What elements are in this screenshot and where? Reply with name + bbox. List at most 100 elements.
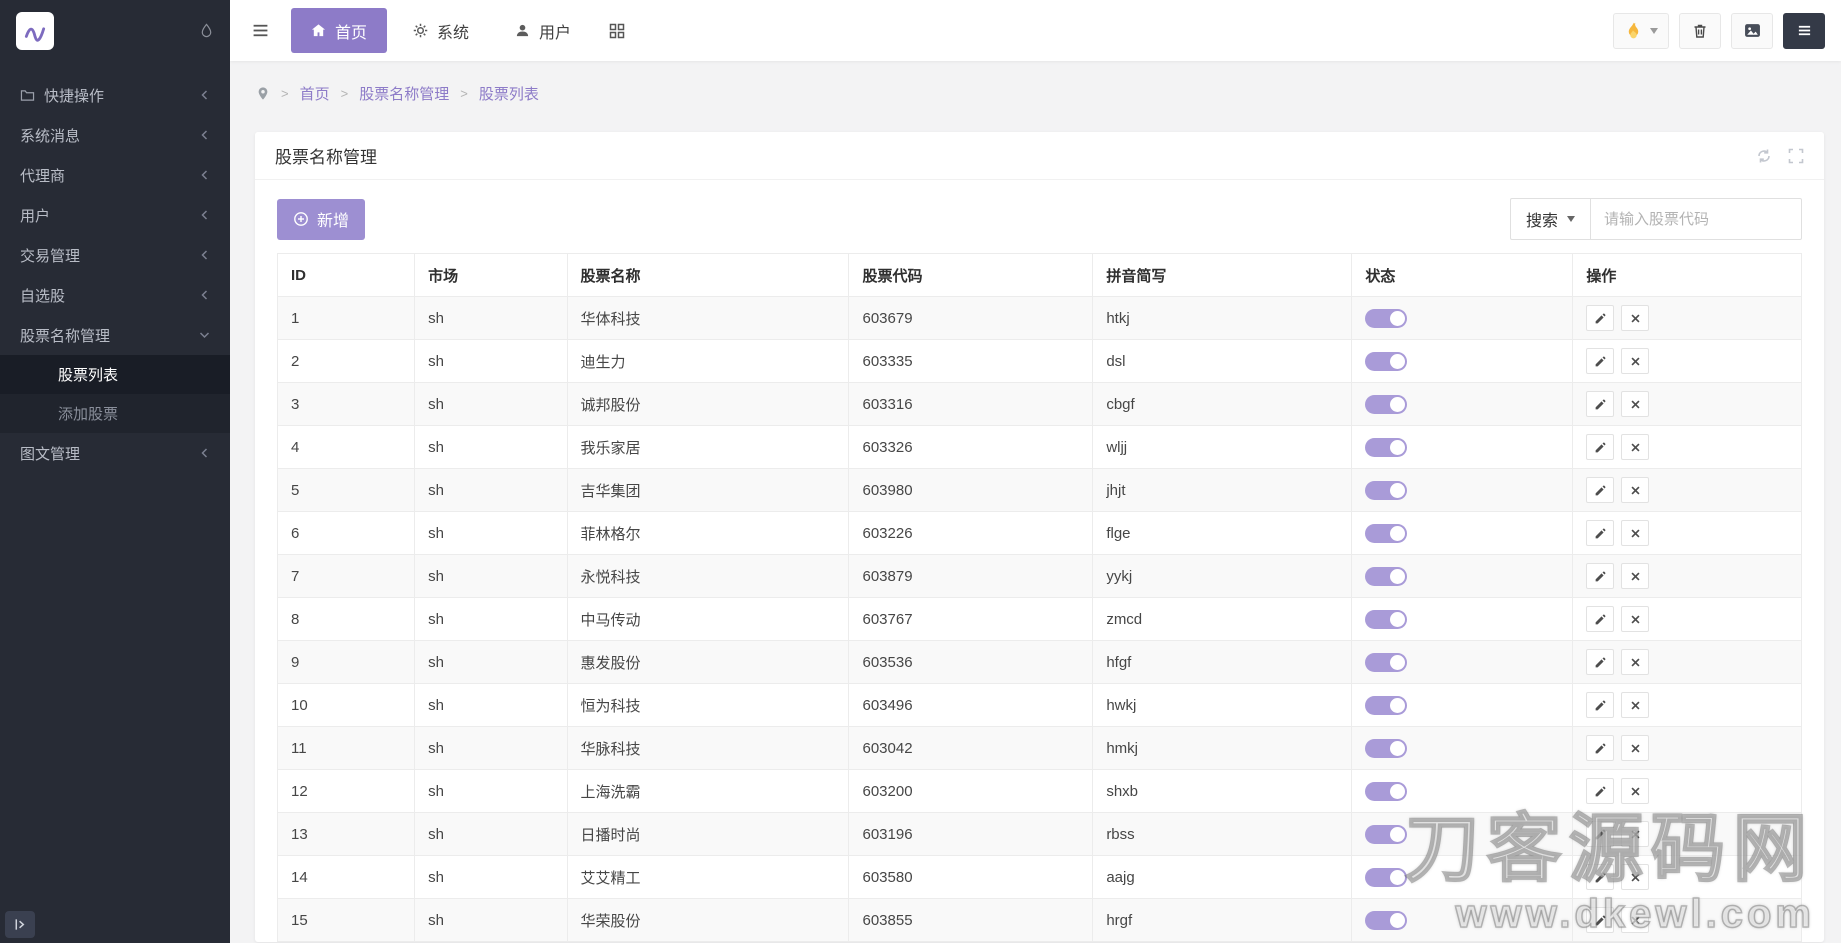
status-toggle[interactable] <box>1365 481 1407 500</box>
edit-button[interactable] <box>1586 305 1614 331</box>
edit-button[interactable] <box>1586 778 1614 804</box>
delete-button[interactable] <box>1621 305 1649 331</box>
refresh-icon[interactable] <box>1756 148 1772 164</box>
cell-stock-code: 603496 <box>849 684 1093 727</box>
sidebar-subitem[interactable]: 股票列表 <box>0 355 230 394</box>
status-toggle[interactable] <box>1365 610 1407 629</box>
delete-button[interactable] <box>1621 606 1649 632</box>
chevron-left-icon <box>200 210 210 220</box>
search-input[interactable] <box>1590 198 1802 240</box>
breadcrumb-link[interactable]: 股票列表 <box>479 83 539 104</box>
screenshot-button[interactable] <box>1731 13 1773 49</box>
delete-button[interactable] <box>1621 391 1649 417</box>
edit-button[interactable] <box>1586 348 1614 374</box>
status-toggle[interactable] <box>1365 868 1407 887</box>
delete-button[interactable] <box>1621 477 1649 503</box>
search-button-label: 搜索 <box>1526 207 1558 231</box>
edit-button[interactable] <box>1586 821 1614 847</box>
cell-status <box>1352 340 1573 383</box>
status-toggle[interactable] <box>1365 567 1407 586</box>
delete-button[interactable] <box>1621 649 1649 675</box>
sidebar-item[interactable]: 图文管理 <box>0 433 230 473</box>
topbar-tab[interactable]: 首页 <box>291 8 387 53</box>
cell-operations <box>1573 598 1802 641</box>
edit-button[interactable] <box>1586 692 1614 718</box>
topbar-tab[interactable]: 用户 <box>495 8 591 53</box>
sidebar-item[interactable]: 股票名称管理 <box>0 315 230 355</box>
sidebar-item[interactable]: 用户 <box>0 195 230 235</box>
apps-grid-icon[interactable] <box>591 0 643 61</box>
cell-operations <box>1573 641 1802 684</box>
edit-button[interactable] <box>1586 864 1614 890</box>
table-row: 8sh中马传动603767zmcd <box>278 598 1802 641</box>
more-menu-button[interactable] <box>1783 13 1825 49</box>
sidebar-subitem[interactable]: 添加股票 <box>0 394 230 433</box>
cell-pinyin: shxb <box>1093 770 1352 813</box>
delete-button[interactable] <box>1621 563 1649 589</box>
sidebar-item-label: 用户 <box>20 205 200 226</box>
clear-cache-button[interactable] <box>1679 13 1721 49</box>
status-toggle[interactable] <box>1365 696 1407 715</box>
fullscreen-icon[interactable] <box>1788 148 1804 164</box>
status-toggle[interactable] <box>1365 438 1407 457</box>
edit-button[interactable] <box>1586 520 1614 546</box>
delete-button[interactable] <box>1621 821 1649 847</box>
panel-title: 股票名称管理 <box>275 143 377 168</box>
cell-operations <box>1573 426 1802 469</box>
sidebar-item[interactable]: 自选股 <box>0 275 230 315</box>
edit-button[interactable] <box>1586 606 1614 632</box>
hamburger-menu-icon[interactable] <box>230 0 291 61</box>
status-toggle[interactable] <box>1365 524 1407 543</box>
add-button-label: 新增 <box>317 207 349 231</box>
topbar-tabs: 首页系统用户 <box>291 0 591 61</box>
status-toggle[interactable] <box>1365 825 1407 844</box>
panel-header: 股票名称管理 <box>255 132 1824 180</box>
delete-button[interactable] <box>1621 735 1649 761</box>
edit-button[interactable] <box>1586 735 1614 761</box>
search-dropdown-button[interactable]: 搜索 <box>1510 198 1590 240</box>
cell-id: 4 <box>278 426 415 469</box>
cell-status <box>1352 469 1573 512</box>
delete-button[interactable] <box>1621 907 1649 933</box>
breadcrumb-link[interactable]: 股票名称管理 <box>359 83 449 104</box>
edit-button[interactable] <box>1586 563 1614 589</box>
status-toggle[interactable] <box>1365 352 1407 371</box>
delete-button[interactable] <box>1621 864 1649 890</box>
cell-stock-name: 永悦科技 <box>567 555 849 598</box>
edit-button[interactable] <box>1586 434 1614 460</box>
sidebar-item[interactable]: 代理商 <box>0 155 230 195</box>
edit-pencil-icon <box>1594 871 1607 884</box>
cell-status <box>1352 899 1573 942</box>
edit-button[interactable] <box>1586 391 1614 417</box>
breadcrumb-link[interactable]: 首页 <box>300 83 330 104</box>
delete-button[interactable] <box>1621 434 1649 460</box>
cell-market: sh <box>415 727 567 770</box>
delete-button[interactable] <box>1621 348 1649 374</box>
status-toggle[interactable] <box>1365 395 1407 414</box>
status-toggle[interactable] <box>1365 309 1407 328</box>
delete-button[interactable] <box>1621 520 1649 546</box>
status-toggle[interactable] <box>1365 782 1407 801</box>
column-header: 股票代码 <box>849 254 1093 297</box>
sidebar-expand-button[interactable] <box>5 911 35 938</box>
status-toggle[interactable] <box>1365 911 1407 930</box>
add-button[interactable]: 新增 <box>277 199 365 240</box>
edit-button[interactable] <box>1586 649 1614 675</box>
edit-button[interactable] <box>1586 907 1614 933</box>
table-row: 11sh华脉科技603042hmkj <box>278 727 1802 770</box>
sidebar-item[interactable]: 快捷操作 <box>0 75 230 115</box>
sidebar-item[interactable]: 交易管理 <box>0 235 230 275</box>
delete-button[interactable] <box>1621 692 1649 718</box>
delete-button[interactable] <box>1621 778 1649 804</box>
cell-operations <box>1573 684 1802 727</box>
sidebar-item[interactable]: 系统消息 <box>0 115 230 155</box>
cell-pinyin: yykj <box>1093 555 1352 598</box>
topbar-tab[interactable]: 系统 <box>393 8 489 53</box>
edit-button[interactable] <box>1586 477 1614 503</box>
chevron-left-icon <box>200 290 210 300</box>
status-toggle[interactable] <box>1365 739 1407 758</box>
status-toggle[interactable] <box>1365 653 1407 672</box>
cell-market: sh <box>415 641 567 684</box>
sidebar-item-label: 股票名称管理 <box>20 325 199 346</box>
theme-skin-button[interactable] <box>1613 13 1669 49</box>
